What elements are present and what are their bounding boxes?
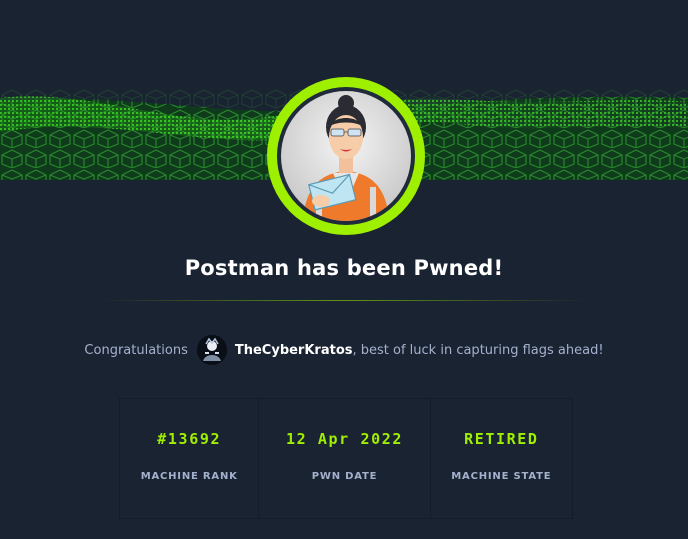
divider — [100, 300, 588, 301]
page-title: Postman has been Pwned! — [184, 256, 504, 280]
machine-state-label: MACHINE STATE — [451, 471, 552, 482]
username-link[interactable]: TheCyberKratos — [235, 343, 353, 358]
pwn-date-value: 12 Apr 2022 — [286, 430, 403, 448]
stat-machine-rank: #13692 MACHINE RANK — [120, 399, 260, 518]
machine-avatar — [267, 77, 425, 235]
congrats-suffix: , best of luck in capturing flags ahead! — [352, 342, 604, 358]
stat-machine-state: RETIRED MACHINE STATE — [431, 399, 572, 518]
machine-rank-label: MACHINE RANK — [140, 471, 238, 482]
pwn-date-label: PWN DATE — [311, 471, 378, 482]
user-avatar-icon[interactable] — [196, 335, 227, 365]
congrats-line: Congratulations TheCyberKratos , best of… — [0, 335, 688, 365]
machine-state-value: RETIRED — [464, 430, 539, 448]
stat-pwn-date: 12 Apr 2022 PWN DATE — [259, 399, 431, 518]
congrats-prefix: Congratulations — [84, 342, 188, 358]
stats-panel: #13692 MACHINE RANK 12 Apr 2022 PWN DATE… — [119, 398, 573, 519]
machine-rank-value: #13692 — [157, 430, 222, 448]
postman-woman-avatar-icon — [281, 91, 411, 221]
